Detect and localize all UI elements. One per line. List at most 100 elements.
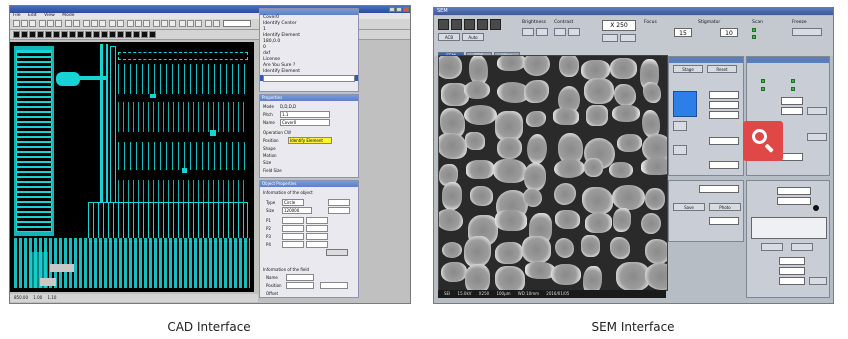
brightness-up-button[interactable]	[536, 28, 548, 36]
close-button[interactable]	[403, 7, 409, 12]
stage-y-field[interactable]	[709, 101, 739, 109]
field-name-input[interactable]	[286, 274, 314, 281]
dimension-icon[interactable]	[141, 31, 148, 38]
pitch-field[interactable]: 1.1	[280, 111, 330, 118]
menu-view[interactable]: View	[44, 13, 55, 18]
stage-z-field[interactable]	[709, 111, 739, 119]
text-icon[interactable]	[187, 20, 194, 27]
chamfer-icon[interactable]	[125, 31, 132, 38]
menu-mode[interactable]: Mode	[62, 13, 74, 18]
select-icon[interactable]	[143, 20, 150, 27]
detector-field[interactable]	[777, 187, 811, 195]
p1-y-field[interactable]	[306, 217, 328, 224]
stage-rotate-icon[interactable]	[673, 145, 687, 155]
printer-icon[interactable]	[477, 19, 488, 30]
stage-button[interactable]: Stage	[673, 65, 703, 73]
mask2-field[interactable]	[328, 207, 350, 214]
new-file-icon[interactable]	[13, 20, 20, 27]
fit-view-icon[interactable]	[99, 20, 106, 27]
offset-icon[interactable]	[93, 31, 100, 38]
distribute-icon[interactable]	[77, 31, 84, 38]
layer-icon[interactable]	[127, 20, 134, 27]
extend-icon[interactable]	[109, 31, 116, 38]
command-list[interactable]: Cover0 Identify Center 1 Identify Element 18…	[260, 15, 358, 81]
rotation-field[interactable]	[709, 161, 739, 169]
maximize-button[interactable]	[396, 7, 402, 12]
boolean-icon[interactable]	[85, 31, 92, 38]
p2-y-field[interactable]	[306, 225, 328, 232]
load-settings-button[interactable]	[791, 243, 813, 251]
save-button[interactable]: Save	[673, 203, 705, 211]
acb-button[interactable]: ACB	[438, 33, 460, 41]
measure-icon[interactable]	[135, 20, 142, 27]
name-field[interactable]: Cover0	[280, 119, 330, 126]
minimize-button[interactable]	[389, 7, 395, 12]
open-file-icon[interactable]	[21, 20, 28, 27]
line-icon[interactable]	[153, 20, 160, 27]
monitor-icon[interactable]	[464, 19, 475, 30]
p1-x-field[interactable]	[282, 217, 304, 224]
photo-name-field[interactable]	[699, 185, 739, 193]
align-icon[interactable]	[69, 31, 76, 38]
freeze-button[interactable]	[792, 28, 822, 36]
auto-button[interactable]: Auto	[462, 33, 484, 41]
p2-x-field[interactable]	[282, 225, 304, 232]
edit-mode-icon[interactable]	[21, 31, 28, 38]
brightness-down-button[interactable]	[522, 28, 534, 36]
redo-icon[interactable]	[73, 20, 80, 27]
stage-preview[interactable]	[673, 91, 697, 117]
beam-button[interactable]	[807, 133, 827, 141]
sem-micrograph[interactable]	[438, 55, 668, 291]
position-x-field[interactable]	[779, 257, 805, 265]
zoom-out-icon[interactable]	[91, 20, 98, 27]
mag-down-button[interactable]	[602, 34, 618, 42]
reset-button[interactable]: Reset	[707, 65, 737, 73]
position-y-field[interactable]	[779, 267, 805, 275]
position-z-field[interactable]	[779, 277, 805, 285]
draw-mode-icon[interactable]	[13, 31, 20, 38]
probe-button[interactable]	[807, 107, 827, 115]
field-position-y-input[interactable]	[320, 282, 348, 289]
menu-file[interactable]: File	[13, 13, 21, 18]
copy-shape-icon[interactable]	[37, 31, 44, 38]
delete-icon[interactable]	[45, 31, 52, 38]
snap-icon[interactable]	[117, 20, 124, 27]
camera-icon[interactable]	[438, 19, 449, 30]
highlight-field[interactable]: Identify Element	[288, 137, 332, 144]
magnifier-icon[interactable]	[743, 121, 783, 161]
hatch-icon[interactable]	[133, 31, 140, 38]
type-field[interactable]: Circle	[282, 199, 304, 206]
p4-x-field[interactable]	[282, 241, 304, 248]
stage-x-field[interactable]	[709, 91, 739, 99]
mask-field[interactable]	[328, 199, 350, 206]
probe-current-field[interactable]	[781, 107, 803, 115]
contrast-down-button[interactable]	[554, 28, 566, 36]
size-field[interactable]: 120000	[282, 207, 312, 214]
array-icon[interactable]	[195, 20, 202, 27]
contrast-up-button[interactable]	[568, 28, 580, 36]
menu-edit[interactable]: Edit	[28, 13, 37, 18]
mag-up-button[interactable]	[620, 34, 636, 42]
p3-y-field[interactable]	[306, 233, 328, 240]
p4-y-field[interactable]	[306, 241, 328, 248]
properties-icon[interactable]	[149, 31, 156, 38]
p3-x-field[interactable]	[282, 233, 304, 240]
circle-icon[interactable]	[169, 20, 176, 27]
cad-canvas[interactable]	[10, 42, 254, 292]
grid-icon[interactable]	[109, 20, 116, 27]
rectangle-icon[interactable]	[161, 20, 168, 27]
group-icon[interactable]	[53, 31, 60, 38]
move-icon[interactable]	[29, 31, 36, 38]
detector-dial-icon[interactable]	[813, 205, 819, 211]
layer-select[interactable]	[223, 20, 251, 27]
mirror-icon[interactable]	[205, 20, 212, 27]
settings-icon[interactable]	[490, 19, 501, 30]
copy-icon[interactable]	[47, 20, 54, 27]
photo-button[interactable]: Photo	[709, 203, 741, 211]
cut-icon[interactable]	[39, 20, 46, 27]
paste-icon[interactable]	[55, 20, 62, 27]
fillet-icon[interactable]	[117, 31, 124, 38]
step-field[interactable]	[781, 153, 803, 161]
ungroup-icon[interactable]	[61, 31, 68, 38]
spot-size-field[interactable]	[781, 97, 803, 105]
